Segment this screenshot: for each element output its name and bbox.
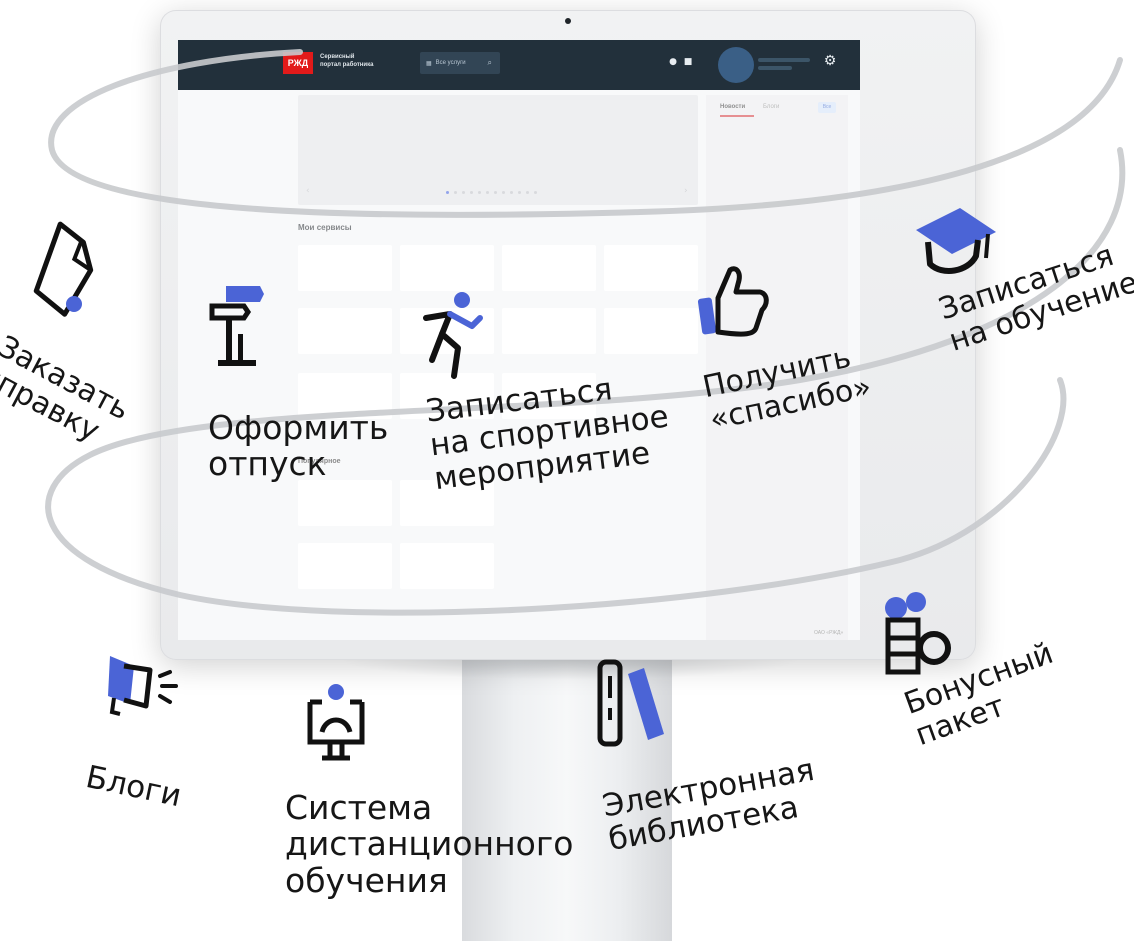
portal-title: Сервисный портал работника	[320, 54, 374, 68]
monitor-user-icon	[307, 684, 365, 761]
feature-blogs[interactable]: Блоги	[83, 759, 185, 814]
graduation-cap-icon	[916, 208, 996, 274]
portal-header: РЖД Сервисный портал работника ▦ Все усл…	[178, 40, 860, 90]
rzd-logo[interactable]: РЖД	[283, 52, 313, 74]
gift-icon	[885, 592, 951, 675]
bell-icon[interactable]: ●	[668, 57, 678, 67]
all-services-button[interactable]: ▦ Все услуги ⌕	[420, 52, 500, 74]
user-role	[758, 66, 792, 70]
monitor-camera	[565, 18, 571, 24]
gear-icon[interactable]: ⚙	[823, 54, 837, 68]
chat-icon[interactable]: ■	[683, 57, 693, 67]
feature-order-certificate[interactable]: Заказать справку	[0, 329, 135, 456]
feature-distance-learning[interactable]: Система дистанционного обучения	[285, 789, 573, 899]
grid-icon: ▦	[426, 60, 432, 67]
runner-icon	[423, 292, 483, 379]
user-name	[758, 58, 810, 62]
thumbs-up-icon	[697, 266, 769, 337]
all-services-label: Все услуги	[435, 60, 466, 66]
avatar[interactable]	[718, 47, 754, 83]
document-icon	[33, 221, 94, 317]
signpost-icon	[209, 286, 264, 366]
feature-vacation[interactable]: Оформить отпуск	[208, 409, 388, 483]
megaphone-icon	[108, 656, 178, 716]
books-icon	[597, 659, 664, 747]
search-icon[interactable]: ⌕	[488, 58, 492, 68]
